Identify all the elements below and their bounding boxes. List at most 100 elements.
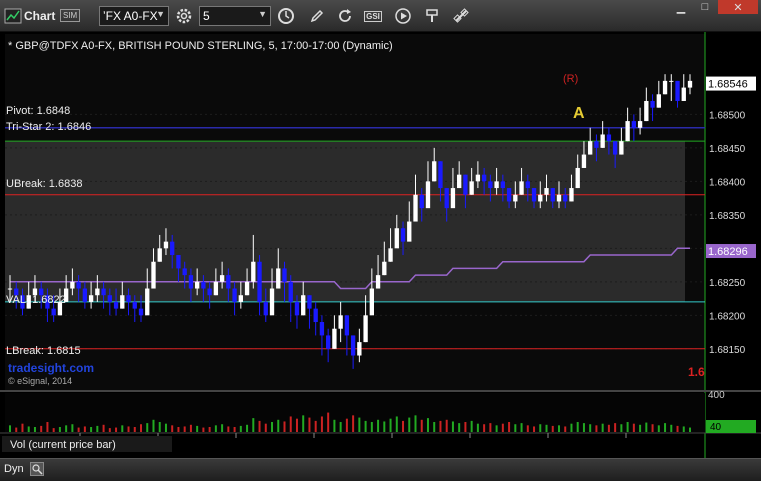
minimize-icon: ▁	[676, 1, 686, 14]
volume-bar	[121, 425, 124, 432]
volume-bar	[433, 422, 436, 432]
maximize-icon: □	[701, 1, 709, 13]
candle-body	[163, 241, 169, 249]
candle-body	[107, 295, 112, 302]
volume-bar	[239, 425, 242, 432]
candle-body	[612, 141, 618, 155]
refresh-icon	[339, 9, 351, 22]
candle-body	[681, 87, 686, 101]
candle-body	[357, 342, 362, 356]
candle-body	[394, 228, 399, 249]
volume-bar	[451, 421, 454, 432]
candle-body	[70, 281, 75, 289]
price-chart[interactable]: 1.681501.682001.682501.683001.683501.684…	[0, 32, 761, 458]
volume-bar	[71, 424, 74, 432]
volume-bar	[164, 423, 167, 432]
refresh-button[interactable]	[334, 5, 356, 27]
candle-body	[619, 141, 624, 155]
volume-bar	[582, 423, 585, 432]
candle-body	[413, 194, 418, 222]
volume-bar	[65, 425, 68, 432]
symbol-dropdown-icon[interactable]: ▼	[156, 9, 165, 19]
candle-body	[450, 188, 456, 209]
candle-body	[263, 301, 268, 316]
volume-bar	[352, 415, 355, 432]
volume-bar	[333, 419, 336, 432]
candle-body	[563, 194, 568, 202]
candle-body	[375, 275, 381, 289]
interval-settings-button[interactable]	[173, 5, 195, 27]
volume-bar	[651, 424, 654, 432]
pencil-icon	[310, 9, 324, 23]
volume-bar	[264, 423, 267, 432]
play-button[interactable]	[392, 5, 414, 27]
gsi-button[interactable]: GSI	[362, 5, 384, 27]
lbreak-label: LBreak: 1.6815	[6, 345, 81, 357]
candle-body	[326, 335, 331, 349]
volume-bar	[370, 422, 373, 432]
volume-bar	[314, 420, 317, 432]
interval-input[interactable]: 5 ▼	[199, 6, 271, 26]
volume-bar	[46, 422, 49, 432]
edge-price: 1.6	[688, 365, 705, 379]
volume-bar	[626, 422, 629, 432]
volume-bar	[439, 420, 442, 432]
volume-bar	[52, 428, 55, 432]
volume-bar	[489, 423, 492, 432]
minimize-button[interactable]: ▁	[670, 0, 692, 14]
window-title: Chart	[24, 9, 56, 23]
candle-body	[338, 315, 343, 329]
volume-bar	[620, 424, 623, 432]
candle-body	[120, 295, 125, 309]
volume-bar	[689, 427, 691, 432]
volume-bar	[115, 427, 118, 432]
volume-bar	[414, 415, 417, 432]
candle-body	[625, 121, 630, 142]
volume-bar	[177, 427, 180, 432]
interval-dropdown-icon[interactable]: ▼	[258, 9, 267, 19]
candle-body	[257, 261, 262, 302]
candle-body	[569, 188, 574, 202]
draw-tool-button[interactable]	[306, 5, 328, 27]
volume-bar	[277, 419, 280, 432]
volume-bar	[227, 426, 230, 432]
candle-body	[438, 161, 443, 189]
candle-body	[369, 288, 374, 316]
ma-price-value: 1.68296	[708, 246, 748, 258]
volume-bar	[402, 420, 405, 432]
price-tick-label: 1.68150	[709, 345, 746, 356]
candle-body	[201, 281, 206, 289]
close-button[interactable]: ✕	[718, 0, 758, 14]
candle-body	[88, 295, 94, 302]
volume-current-value: 40	[710, 422, 722, 433]
interval-value: 5	[203, 9, 210, 23]
maximize-button[interactable]: □	[694, 0, 716, 14]
volume-bar	[83, 426, 86, 432]
volume-bar	[551, 425, 554, 432]
candle-body	[457, 174, 462, 189]
candle-body	[481, 174, 487, 182]
symbol-input[interactable]: ʼFX A0-FX ▼	[99, 6, 169, 26]
time-template-button[interactable]	[275, 5, 297, 27]
volume-bar	[208, 427, 211, 432]
candle-body	[213, 281, 219, 296]
play-icon	[395, 8, 411, 24]
volume-bar	[233, 427, 236, 432]
volume-bar	[221, 424, 224, 432]
dyn-toggle[interactable]	[30, 462, 44, 476]
volume-bar	[539, 424, 542, 432]
candle-body	[488, 181, 493, 189]
link-button[interactable]	[450, 5, 472, 27]
volume-bar	[501, 423, 504, 432]
candle-body	[269, 288, 275, 316]
volume-bar	[682, 426, 685, 432]
candle-body	[463, 174, 468, 195]
candle-body	[531, 188, 537, 202]
dyn-label: Dyn	[4, 463, 24, 475]
candle-body	[407, 221, 412, 242]
volume-bar	[657, 425, 660, 432]
format-button[interactable]	[421, 5, 443, 27]
candle-body	[276, 268, 281, 289]
tristar-label: Tri-Star 2: 1.6846	[6, 121, 91, 133]
volume-bar	[9, 425, 11, 432]
